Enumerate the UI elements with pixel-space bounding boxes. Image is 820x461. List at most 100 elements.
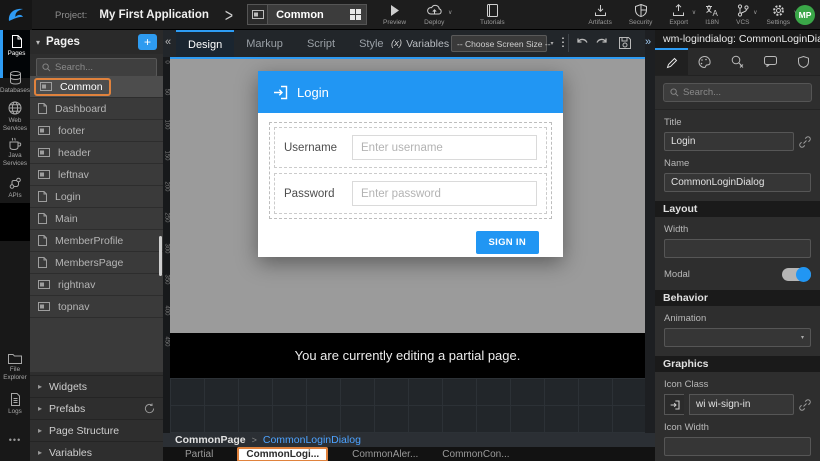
refresh-icon[interactable]: [144, 403, 155, 414]
section-label: Prefabs: [49, 403, 144, 415]
save-icon: [618, 36, 632, 50]
rail-label: APIs: [8, 192, 21, 200]
icon-class-input[interactable]: [689, 394, 794, 415]
page-item-label: footer: [58, 125, 85, 137]
page-item-rightnav[interactable]: rightnav: [30, 274, 163, 296]
page-icon: [38, 191, 47, 202]
tutorials-button[interactable]: Tutorials: [480, 4, 505, 26]
breadcrumb-commonpage[interactable]: CommonPage: [175, 434, 246, 446]
tab-messages[interactable]: [754, 48, 787, 75]
page-item-label: Dashboard: [55, 103, 106, 115]
settings-button[interactable]: Settings ∨: [767, 4, 791, 26]
design-canvas[interactable]: Login Username Password SIG: [170, 57, 645, 333]
section-widgets[interactable]: ▸ Widgets: [30, 375, 163, 397]
pages-search-input[interactable]: [55, 62, 151, 73]
artifacts-button[interactable]: Artifacts: [588, 4, 611, 26]
name-input[interactable]: [664, 173, 811, 192]
gear-icon: [772, 4, 785, 17]
tab-partial[interactable]: Partial: [185, 449, 213, 460]
caret-right-icon: ▸: [38, 448, 42, 457]
dialog-header[interactable]: Login: [258, 71, 563, 113]
variables-button[interactable]: (x) Variables ∨: [391, 30, 457, 57]
login-dialog[interactable]: Login Username Password SIG: [258, 71, 563, 257]
export-button[interactable]: Export ∨: [669, 4, 688, 26]
grid-view-icon[interactable]: [350, 9, 361, 20]
icon-width-input[interactable]: [664, 437, 811, 456]
wavemaker-logo-icon[interactable]: [0, 0, 32, 30]
page-item-header[interactable]: header: [30, 142, 163, 164]
page-item-login[interactable]: Login: [30, 186, 163, 208]
i18n-button[interactable]: A I18N: [705, 4, 719, 26]
breadcrumb-commonlogindialog[interactable]: CommonLoginDialog: [263, 434, 361, 446]
deploy-button[interactable]: Deploy ∨: [424, 4, 444, 26]
page-item-footer[interactable]: footer: [30, 120, 163, 142]
page-item-dashboard[interactable]: Dashboard: [30, 98, 163, 120]
tab-styles[interactable]: [688, 48, 721, 75]
tab-commonconfirmdialog[interactable]: CommonCon...: [442, 449, 509, 460]
icon-class-preview[interactable]: [664, 394, 684, 415]
partial-icon: [38, 148, 50, 157]
save-button[interactable]: [618, 36, 632, 50]
rail-item-web-services[interactable]: Web Services: [0, 96, 30, 133]
page-selector-dropdown[interactable]: Common: [247, 4, 367, 25]
user-avatar[interactable]: MP: [795, 5, 815, 25]
vcs-button[interactable]: VCS ∨: [736, 4, 749, 26]
modal-toggle[interactable]: [782, 268, 811, 281]
tab-design[interactable]: Design: [176, 30, 234, 57]
title-input[interactable]: [664, 132, 794, 151]
redo-button[interactable]: [595, 36, 609, 49]
page-item-memberspage[interactable]: MembersPage: [30, 252, 163, 274]
rail-item-logs[interactable]: Logs: [0, 388, 30, 416]
page-item-main[interactable]: Main: [30, 208, 163, 230]
tab-script[interactable]: Script: [295, 30, 347, 57]
page-item-leftnav[interactable]: leftnav: [30, 164, 163, 186]
username-row[interactable]: Username: [274, 127, 547, 168]
rail-item-apis[interactable]: APIs: [0, 172, 30, 200]
password-input[interactable]: [352, 181, 537, 206]
page-item-label: leftnav: [58, 169, 89, 181]
bind-icon[interactable]: [799, 136, 811, 148]
expand-panel-button[interactable]: »: [645, 36, 651, 48]
page-item-common[interactable]: Common: [30, 76, 163, 98]
pages-panel-header[interactable]: ▾ Pages +: [30, 30, 163, 54]
section-page-structure[interactable]: ▸ Page Structure: [30, 419, 163, 441]
screen-size-select[interactable]: -- Choose Screen Size -- ▾: [451, 35, 547, 52]
page-item-memberprofile[interactable]: MemberProfile: [30, 230, 163, 252]
username-input[interactable]: [352, 135, 537, 160]
properties-search[interactable]: [663, 83, 812, 102]
animation-select[interactable]: ▾: [664, 328, 811, 347]
form-container[interactable]: Username Password: [269, 122, 552, 219]
security-button[interactable]: Security: [629, 4, 652, 26]
preview-button[interactable]: Preview: [383, 4, 406, 26]
page-item-topnav[interactable]: topnav: [30, 296, 163, 318]
rail-more-button[interactable]: •••: [0, 435, 30, 445]
pages-list-scrollbar[interactable]: [159, 236, 162, 276]
section-prefabs[interactable]: ▸ Prefabs: [30, 397, 163, 419]
add-page-button[interactable]: +: [138, 34, 157, 50]
caret-right-icon: ▸: [38, 426, 42, 435]
title-label: Title: [664, 117, 811, 128]
properties-search-input[interactable]: [683, 87, 805, 98]
toolbar-divider: [568, 34, 569, 52]
rail-item-java-services[interactable]: Java Services: [0, 132, 30, 168]
tab-commonalertdialog[interactable]: CommonAler...: [352, 449, 418, 460]
tab-inspector[interactable]: [721, 48, 754, 75]
tab-style[interactable]: Style: [347, 30, 395, 57]
page-item-label: Common: [60, 81, 103, 93]
sign-in-button[interactable]: SIGN IN: [476, 231, 539, 254]
collapse-panel-button[interactable]: «: [165, 36, 171, 48]
tab-security[interactable]: [787, 48, 820, 75]
undo-button[interactable]: [575, 36, 589, 49]
tab-properties[interactable]: [655, 48, 688, 75]
variables-x-icon: (x): [391, 38, 402, 49]
section-variables[interactable]: ▸ Variables: [30, 441, 163, 461]
editor-area: « Design Markup Script Style (x) Variabl…: [163, 30, 655, 461]
rail-item-databases[interactable]: Databases: [0, 66, 30, 95]
top-bar: Project: My First Application > Common P…: [0, 0, 820, 30]
width-input[interactable]: [664, 239, 811, 258]
tab-commonlogindialog[interactable]: CommonLogi...: [237, 447, 328, 461]
bind-icon[interactable]: [799, 399, 811, 411]
rail-item-file-explorer[interactable]: File Explorer: [0, 348, 30, 382]
tab-markup[interactable]: Markup: [234, 30, 295, 57]
password-row[interactable]: Password: [274, 173, 547, 214]
